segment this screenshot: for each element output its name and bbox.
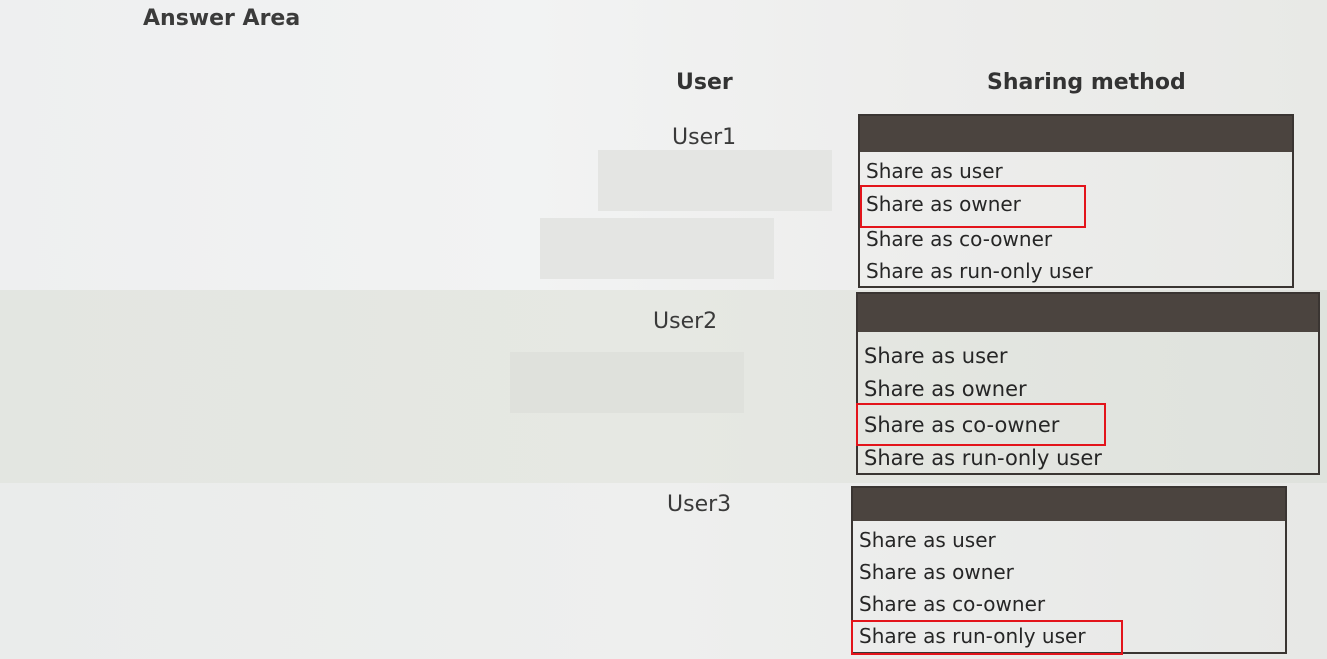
option-share-as-run-only-user[interactable]: Share as run-only user [859,626,1086,646]
option-share-as-owner[interactable]: Share as owner [866,194,1021,214]
user-column-header: User [676,70,733,95]
option-share-as-owner[interactable]: Share as owner [859,562,1014,582]
sharing-method-dropdown-user1[interactable]: Share as user Share as owner Share as co… [858,114,1294,288]
option-share-as-run-only-user[interactable]: Share as run-only user [866,261,1093,281]
option-share-as-co-owner[interactable]: Share as co-owner [864,415,1059,436]
answer-area-title: Answer Area [143,6,301,31]
option-share-as-user[interactable]: Share as user [859,530,996,550]
user-label-user1: User1 [672,125,737,150]
dropdown-header-bar[interactable] [860,116,1292,152]
blank-slot [598,150,832,211]
sharing-method-column-header: Sharing method [987,70,1186,95]
option-share-as-co-owner[interactable]: Share as co-owner [859,594,1045,614]
blank-slot [510,352,744,413]
option-share-as-co-owner[interactable]: Share as co-owner [866,229,1052,249]
option-share-as-run-only-user[interactable]: Share as run-only user [864,448,1102,469]
sharing-method-dropdown-user3[interactable]: Share as user Share as owner Share as co… [851,486,1287,655]
user-label-user3: User3 [667,492,732,517]
option-share-as-user[interactable]: Share as user [866,161,1003,181]
blank-slot [540,218,774,279]
option-share-as-user[interactable]: Share as user [864,346,1008,367]
dropdown-header-bar[interactable] [853,488,1285,521]
option-share-as-owner[interactable]: Share as owner [864,379,1027,400]
sharing-method-dropdown-user2[interactable]: Share as user Share as owner Share as co… [856,292,1320,475]
dropdown-header-bar[interactable] [858,294,1318,332]
user-label-user2: User2 [653,309,718,334]
